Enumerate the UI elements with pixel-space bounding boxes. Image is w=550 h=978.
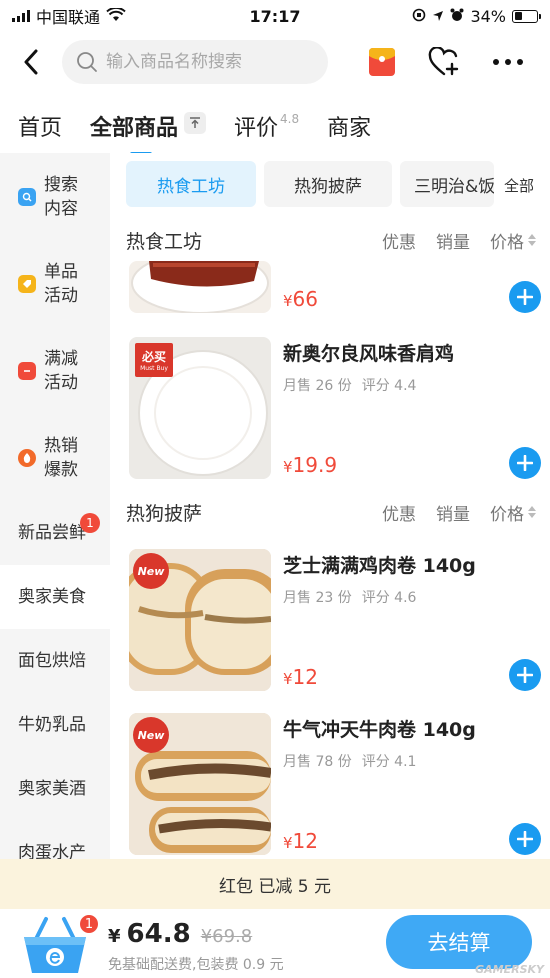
sidebar-item-hot[interactable]: 热销爆款	[0, 414, 110, 501]
add-to-cart-button[interactable]	[509, 659, 541, 691]
status-bar: 中国联通 17:17 34%	[0, 0, 550, 32]
orientation-lock-icon	[412, 7, 426, 26]
category-sidebar: 搜索内容 单品活动 满减活动 热销爆款 新品尝鲜 奥家美食 面包烘焙 牛奶乳品 …	[0, 153, 110, 859]
checkout-bar: 1 ¥ 64.8 ¥69.8 免基础配送费,包装费 0.9 元 去结算 GAME…	[0, 909, 550, 978]
plus-icon	[517, 667, 533, 683]
product-name: 芝士满满鸡肉卷 140g	[283, 555, 476, 577]
sidebar-item-dairy[interactable]: 牛奶乳品	[0, 693, 110, 757]
product-card[interactable]: 必买 Must Buy 新奥尔良风味香肩鸡 月售 26 份评分 4.4 ¥19.9	[129, 337, 541, 479]
add-to-cart-button[interactable]	[509, 823, 541, 855]
plus-icon	[517, 455, 533, 471]
wifi-icon	[106, 6, 126, 26]
clock: 17:17	[249, 6, 301, 26]
sidebar-item-wine[interactable]: 奥家美酒	[0, 757, 110, 821]
section-header: 热狗披萨 优惠 销量 价格	[126, 497, 536, 527]
search-input[interactable]	[106, 52, 316, 72]
sidebar-item-ao-food[interactable]: 奥家美食	[0, 565, 110, 629]
new-tag: New	[133, 717, 169, 753]
battery-icon	[512, 9, 541, 23]
favorite-add-button[interactable]	[424, 42, 464, 82]
alarm-icon	[450, 7, 464, 26]
location-icon	[432, 7, 444, 26]
product-image: New	[129, 713, 271, 855]
sidebar-item-bakery[interactable]: 面包烘焙	[0, 629, 110, 693]
product-meta: 月售 23 份评分 4.6	[283, 590, 417, 606]
plus-icon	[517, 831, 533, 847]
sidebar-item-search[interactable]: 搜索内容	[0, 153, 110, 240]
must-buy-tag: 必买 Must Buy	[135, 343, 173, 377]
fire-icon	[18, 448, 36, 467]
product-price: ¥66	[283, 287, 318, 311]
pin-top-icon[interactable]	[184, 112, 207, 134]
product-price: ¥12	[283, 829, 318, 853]
product-image: New	[129, 549, 271, 691]
battery-percent: 34%	[470, 6, 506, 26]
add-to-cart-button[interactable]	[509, 447, 541, 479]
search-icon	[77, 52, 97, 72]
sort-sales[interactable]: 销量	[436, 500, 470, 525]
product-price: ¥12	[283, 665, 318, 689]
product-price: ¥19.9	[283, 453, 338, 477]
checkout-button[interactable]: 去结算	[386, 915, 532, 969]
more-icon	[493, 59, 523, 65]
watermark: GAMERSKY	[475, 963, 544, 976]
product-name: 新奥尔良风味香肩鸡	[283, 343, 455, 365]
sidebar-item-single-promo[interactable]: 单品活动	[0, 240, 110, 327]
red-packet-button[interactable]	[362, 42, 402, 82]
search-icon	[18, 187, 36, 206]
sort-discount[interactable]: 优惠	[382, 500, 416, 525]
product-card[interactable]: New 芝士满满鸡肉卷 140g 月售 23 份评分 4.6 ¥12	[129, 549, 541, 691]
tab-merchant[interactable]: 商家	[327, 110, 371, 142]
back-icon	[24, 49, 38, 75]
tab-all-products[interactable]: 全部商品	[90, 110, 207, 156]
carrier-label: 中国联通	[36, 8, 101, 27]
product-name: 牛气冲天牛肉卷 140g	[283, 719, 476, 741]
review-score: 4.8	[280, 112, 300, 126]
shop-tabs: 首页 全部商品 评价 4.8 商家	[0, 100, 550, 156]
original-price: ¥69.8	[200, 926, 253, 947]
new-items-badge: 1	[80, 513, 100, 533]
back-button[interactable]	[0, 36, 62, 88]
red-packet-icon	[369, 48, 395, 76]
more-button[interactable]	[488, 42, 528, 82]
product-card[interactable]: New 牛气冲天牛肉卷 140g 月售 78 份评分 4.1 ¥12	[129, 713, 541, 855]
discount-icon	[18, 361, 36, 380]
tab-reviews[interactable]: 评价 4.8	[234, 110, 299, 142]
product-image: 必买 Must Buy	[129, 337, 271, 479]
product-meta: 月售 78 份评分 4.1	[283, 754, 417, 770]
promo-bar: 红包 已减 5 元	[0, 859, 550, 909]
product-meta: 月售 26 份评分 4.4	[283, 378, 417, 394]
search-bar[interactable]	[62, 40, 328, 84]
cart-count-badge: 1	[78, 913, 100, 935]
sidebar-item-discount[interactable]: 满减活动	[0, 327, 110, 414]
favorite-add-icon	[428, 47, 459, 76]
sidebar-item-new[interactable]: 新品尝鲜	[0, 501, 110, 565]
top-bar	[0, 36, 550, 88]
signal-icon	[12, 10, 30, 22]
sort-price[interactable]: 价格	[490, 500, 536, 525]
delivery-fee-note: 免基础配送费,包装费 0.9 元	[108, 957, 284, 973]
sidebar-item-meat[interactable]: 肉蛋水产	[0, 821, 110, 859]
product-image	[129, 261, 271, 313]
tab-home[interactable]: 首页	[18, 110, 62, 142]
sort-arrows-icon	[528, 506, 536, 518]
total-price: ¥ 64.8 ¥69.8	[108, 919, 253, 949]
plus-icon	[517, 289, 533, 305]
add-to-cart-button[interactable]	[509, 281, 541, 313]
product-card[interactable]: ¥66	[129, 171, 541, 313]
new-tag: New	[133, 553, 169, 589]
tag-icon	[18, 274, 36, 293]
section-title: 热狗披萨	[126, 502, 203, 525]
product-list: 热食工坊 热狗披萨 三明治&饭 全部 热食工坊 优惠 销量 价格 ¥66 必买 M…	[110, 153, 550, 859]
